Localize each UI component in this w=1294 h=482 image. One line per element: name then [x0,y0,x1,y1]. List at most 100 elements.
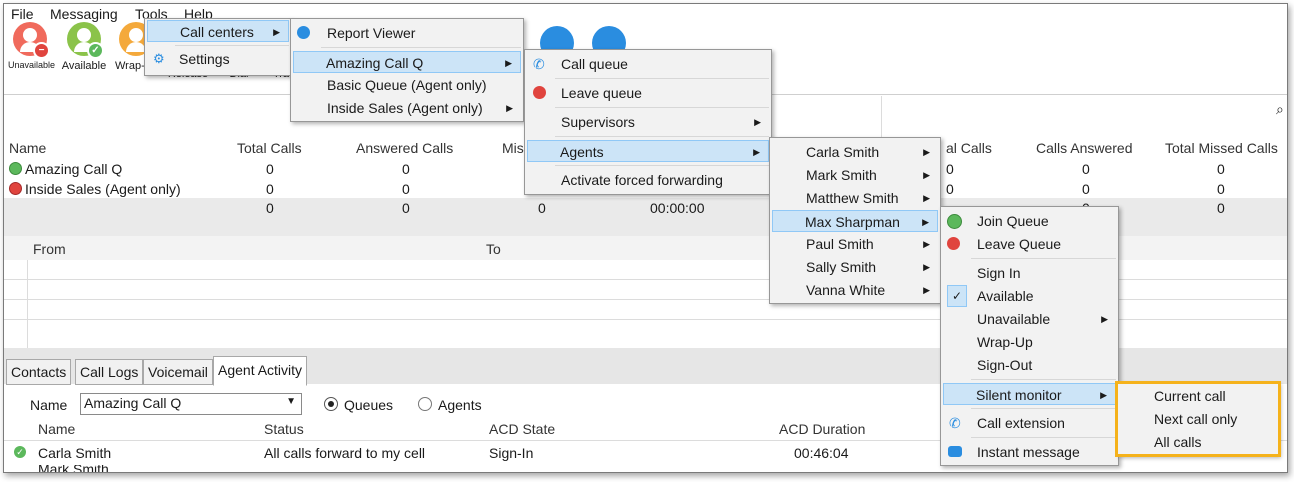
menu-item-agents[interactable]: Agents ▶ [527,140,769,162]
tools-menu: Call centers ▶ ⚙ Settings [144,18,292,76]
menu-messaging[interactable]: Messaging [50,6,118,22]
agent-label: Matthew Smith [806,190,899,206]
radio-agents[interactable] [418,397,432,411]
menu-item-agent[interactable]: Matthew Smith ▶ [772,187,938,209]
col-header-status[interactable]: Status [264,421,304,437]
menu-item-agent[interactable]: Vanna White ▶ [772,279,938,301]
unavailable-label: Unavailable [977,311,1051,327]
available-label: Available [977,288,1034,304]
col-header-total-calls[interactable]: Total Calls [237,140,302,156]
menu-item-basic-queue[interactable]: Basic Queue (Agent only) [293,74,521,96]
callout-highlight [1115,381,1281,457]
radio-queues[interactable] [324,397,338,411]
menu-item-inside-sales[interactable]: Inside Sales (Agent only) ▶ [293,97,521,119]
col-header-name[interactable]: Name [9,140,46,156]
col-header-agent-name[interactable]: Name [38,421,75,437]
agent-label: Max Sharpman [805,214,900,230]
menu-item-supervisors[interactable]: Supervisors ▶ [527,111,769,133]
queue-select[interactable]: Amazing Call Q ▼ [80,393,302,415]
available-button[interactable]: ✓ Available [58,22,110,72]
chevron-right-icon: ▶ [922,217,929,227]
menu-item-wrap-up[interactable]: Wrap-Up [943,331,1116,353]
menu-separator [175,45,289,46]
available-check-icon: ✓ [14,446,26,458]
menu-item-join-queue[interactable]: Join Queue [943,210,1116,232]
search-icon[interactable]: ⌕ [1276,101,1284,118]
col-header-acd-state[interactable]: ACD State [489,421,555,437]
leave-queue-icon [533,86,546,99]
join-queue-icon [947,214,962,229]
menu-item-sign-out[interactable]: Sign-Out [943,354,1116,376]
menu-item-call-centers[interactable]: Call centers ▶ [147,20,289,42]
unavailable-button[interactable]: − Unavailable [8,22,55,70]
wrap-up-label: Wrap-Up [977,334,1033,350]
col-header-missed[interactable]: Mis [502,140,524,156]
menu-item-leave-queue[interactable]: Leave Queue [943,233,1116,255]
col-header-to[interactable]: To [486,241,501,257]
menu-item-call-queue[interactable]: ✆ Call queue [527,53,769,75]
missed-sum: 0 [1217,200,1225,216]
menu-item-call-extension[interactable]: ✆ Call extension [943,412,1116,434]
agents-menu: Carla Smith ▶ Mark Smith ▶ Matthew Smith ▶ … [769,137,941,304]
chevron-right-icon: ▶ [1101,314,1108,324]
instant-message-label: Instant message [977,444,1080,460]
cell-missed: 0 [1217,161,1225,177]
agent-label: Sally Smith [806,259,877,275]
col-header-acd-duration[interactable]: ACD Duration [779,421,865,437]
menu-item-report-viewer[interactable]: Report Viewer [293,22,521,44]
col-header-total-missed[interactable]: Total Missed Calls [1165,140,1278,156]
menu-item-settings[interactable]: ⚙ Settings [147,48,289,70]
chevron-right-icon: ▶ [505,58,512,68]
status-dot-icon [9,182,22,195]
chevron-right-icon: ▶ [506,103,513,113]
menu-item-agent[interactable]: Paul Smith ▶ [772,233,938,255]
menu-item-forced-forwarding[interactable]: Activate forced forwarding [527,169,769,191]
status-dot-icon [9,162,22,175]
supervisors-label: Supervisors [561,114,635,130]
agent-label: Mark Smith [806,167,877,183]
leave-queue-icon [947,237,960,250]
menu-item-leave-queue[interactable]: Leave queue [527,82,769,104]
menu-separator [971,437,1116,438]
chevron-right-icon: ▶ [923,193,930,203]
report-viewer-label: Report Viewer [327,25,416,41]
cell-total: 0 [266,181,274,197]
cell-calls: 0 [946,181,954,197]
missed-calls-sum: 0 [538,200,546,216]
app-window: File Messaging Tools Help − Unavailable … [3,3,1288,473]
agent-actions-menu: Join Queue Leave Queue Sign In ✓ Availab… [940,206,1119,466]
menu-item-silent-monitor[interactable]: Silent monitor ▶ [943,383,1116,405]
col-line [27,260,28,348]
chevron-right-icon: ▶ [923,262,930,272]
menu-item-agent[interactable]: Sally Smith ▶ [772,256,938,278]
leave-queue-label: Leave Queue [977,236,1062,252]
menu-item-agent[interactable]: Carla Smith ▶ [772,141,938,163]
agent-status: All calls forward to my cell [264,445,426,461]
menu-file[interactable]: File [11,6,34,22]
cell-answered: 0 [402,161,410,177]
tab-agent-activity[interactable]: Agent Activity [213,356,308,386]
menu-item-agent-max-sharpman[interactable]: Max Sharpman ▶ [772,210,938,232]
menu-item-instant-message[interactable]: Instant message [943,441,1116,463]
col-header-answered-calls[interactable]: Answered Calls [356,140,453,156]
menu-item-agent[interactable]: Mark Smith ▶ [772,164,938,186]
col-header-calls[interactable]: al Calls [946,140,992,156]
menu-separator [971,379,1116,380]
menu-item-unavailable[interactable]: Unavailable ▶ [943,308,1116,330]
cell-missed: 0 [1217,181,1225,197]
queue-select-label: Name [30,397,68,413]
menu-item-sign-in[interactable]: Sign In [943,262,1116,284]
queue-name: Inside Sales (Agent only) [25,181,181,197]
menu-item-available[interactable]: ✓ Available [943,285,1116,307]
tab-contacts[interactable]: Contacts [6,359,72,385]
menu-item-amazing-call-q[interactable]: Amazing Call Q ▶ [293,51,521,73]
col-header-from[interactable]: From [33,241,66,257]
tab-voicemail[interactable]: Voicemail [143,359,213,385]
col-header-calls-answered[interactable]: Calls Answered [1036,140,1133,156]
menu-separator [971,258,1116,259]
tab-call-logs[interactable]: Call Logs [75,359,144,385]
gear-icon: ⚙ [153,51,165,66]
menu-separator [555,165,769,166]
agent-acd-duration: 00:46:04 [794,445,849,461]
report-viewer-icon [297,26,310,39]
